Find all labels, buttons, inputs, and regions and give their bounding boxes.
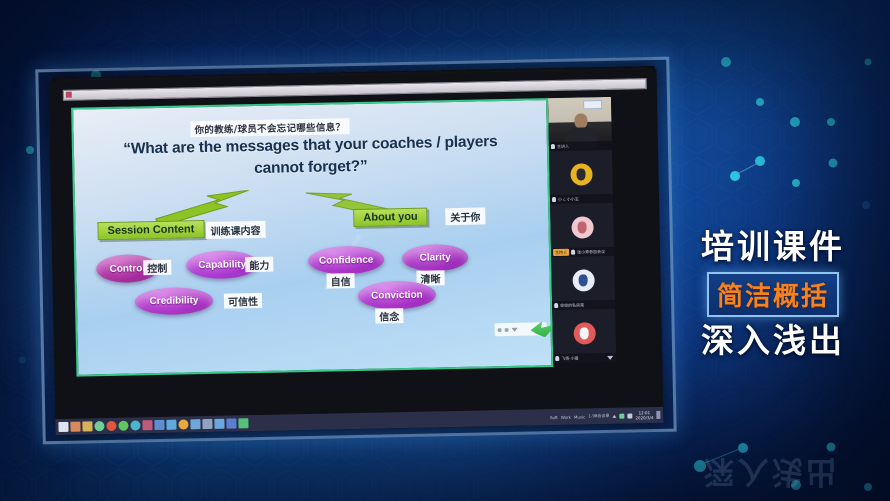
bubble-credibility-label: Credibility: [149, 295, 199, 308]
show-desktop-icon[interactable]: [656, 410, 661, 420]
video-tile-1[interactable]: 小 c 小小玉: [549, 149, 614, 205]
tray-item-1[interactable]: Soft: [550, 414, 558, 419]
participant-name-2: 张小帅参加会议: [577, 248, 606, 255]
caption-highlight-text: 简洁概括: [716, 281, 829, 312]
bubble-clarity-label: Clarity: [419, 252, 451, 264]
participant-name-1: 小 c 小小玉: [557, 196, 579, 202]
wall-poster: [583, 100, 603, 110]
taskbar-chrome-icon[interactable]: [106, 420, 117, 432]
speaker-name: 主讲人: [556, 143, 569, 149]
presentation-slide[interactable]: 你的教练/球员不会忘记哪些信息？ “What are the messages …: [71, 98, 554, 377]
avatar: [569, 163, 593, 187]
caption-overlay: 培训课件 简洁概括 深入浅出: [678, 227, 868, 361]
taskbar-app-icon-2[interactable]: [82, 421, 93, 432]
taskbar-app-icon-6[interactable]: [130, 420, 141, 431]
microphone-icon: [555, 355, 560, 362]
bubble-clarity[interactable]: Clarity: [401, 243, 469, 273]
taskbar-app-icon-13[interactable]: [214, 418, 225, 429]
bubble-conviction-label: Conviction: [370, 289, 423, 302]
toolbar-dot-icon-2: [504, 327, 509, 332]
taskbar-app-icon-3[interactable]: [94, 421, 105, 432]
avatar-silhouette-icon: [576, 168, 586, 181]
slide-headline: “What are the messages that your coaches…: [74, 130, 548, 183]
participant-name-4: 飞扬·小猫: [561, 355, 579, 361]
participant-label-bar-4: 飞扬·小猫: [553, 352, 617, 364]
taskbar-app-icon-7[interactable]: [142, 420, 153, 431]
tray-item-3[interactable]: Music: [574, 414, 585, 419]
chevron-down-icon[interactable]: [511, 327, 518, 332]
bubble-control-label: Control: [109, 262, 146, 275]
bubble-confidence-zh: 自信: [326, 273, 355, 289]
participant-name-3: 俊俊的私房菜: [560, 301, 585, 308]
avatar: [570, 216, 594, 240]
microphone-icon: [551, 196, 557, 203]
taskbar-app-icon-9[interactable]: [166, 419, 177, 430]
tray-item-4[interactable]: 1-98会议录: [588, 413, 609, 419]
bubble-control-zh: 控制: [143, 259, 172, 276]
window-app-icon: [65, 91, 72, 98]
microphone-icon: [550, 143, 556, 150]
avatar-silhouette-icon: [577, 221, 587, 234]
network-icon[interactable]: [619, 413, 625, 419]
header-session-content[interactable]: Session Content: [97, 220, 205, 241]
avatar-silhouette-icon: [578, 274, 588, 287]
video-tile-3[interactable]: 俊俊的私房菜: [551, 255, 616, 311]
caption-reflection: 深入浅出: [703, 453, 840, 489]
header-about-you-zh: 关于你: [445, 207, 486, 226]
taskbar-app-icon-12[interactable]: [202, 418, 213, 430]
screenshot-root: 你的教练/球员不会忘记哪些信息？ “What are the messages …: [0, 0, 890, 501]
taskbar-app-icon-14[interactable]: [226, 418, 237, 429]
microphone-icon: [571, 249, 576, 255]
caption-highlight-box: 简洁概括: [706, 271, 839, 317]
taskbar-app-icon-11[interactable]: [190, 419, 201, 430]
panel-expand-icon[interactable]: [607, 355, 614, 360]
bubble-conviction[interactable]: Conviction: [357, 280, 437, 310]
avatar-silhouette-icon: [579, 327, 589, 340]
taskbar-app-icon-15[interactable]: [238, 418, 249, 429]
caption-line-1: 培训课件: [701, 227, 845, 266]
bubble-credibility-zh: 可信性: [223, 292, 263, 309]
bubble-capability-label: Capability: [198, 258, 247, 271]
taskbar-clock[interactable]: 12:01 2020/3/4: [635, 410, 653, 420]
bubble-confidence-label: Confidence: [318, 254, 374, 267]
header-session-content-zh: 训练课内容: [205, 220, 266, 240]
avatar: [572, 322, 596, 346]
taskbar-app-icon-1[interactable]: [70, 421, 81, 432]
taskbar-app-icon-5[interactable]: [118, 420, 129, 431]
tray-item-2[interactable]: Work: [561, 414, 571, 419]
bubble-conviction-zh: 信念: [375, 308, 404, 324]
host-badge: 主持人: [553, 248, 570, 257]
taskbar-app-icon-10[interactable]: [178, 419, 189, 430]
speaker-head: [574, 113, 588, 129]
windows-start-icon[interactable]: [58, 421, 69, 433]
caption-line-3: 深入浅出: [701, 320, 845, 360]
video-tile-speaker[interactable]: 主讲人: [547, 96, 613, 152]
tv-screen[interactable]: 你的教练/球员不会忘记哪些信息？ “What are the messages …: [48, 68, 664, 436]
video-tile-2[interactable]: 主持人 张小帅参加会议: [550, 202, 615, 258]
clock-date: 2020/3/4: [635, 415, 654, 421]
tray-expand-icon[interactable]: [612, 414, 617, 418]
system-tray[interactable]: Soft Work Music 1-98会议录 12:01 2020/3/4: [550, 410, 664, 422]
tv-display[interactable]: 你的教练/球员不会忘记哪些信息？ “What are the messages …: [35, 56, 677, 445]
avatar: [571, 269, 595, 293]
bubble-capability-zh: 能力: [245, 256, 274, 273]
toolbar-dot-icon: [497, 327, 502, 332]
taskbar-app-icon-8[interactable]: [154, 419, 165, 431]
volume-icon[interactable]: [627, 412, 633, 419]
taskbar-icon-group[interactable]: [55, 418, 249, 433]
video-tile-4[interactable]: 飞扬·小猫: [552, 308, 617, 364]
bubble-credibility[interactable]: Credibility: [134, 286, 214, 316]
video-participant-panel[interactable]: 主讲人 小 c 小小玉 主持人 张小帅参加会议 俊俊的私房菜 飞扬·小猫: [547, 96, 617, 364]
header-about-you[interactable]: About you: [353, 207, 428, 228]
microphone-icon: [554, 302, 559, 309]
